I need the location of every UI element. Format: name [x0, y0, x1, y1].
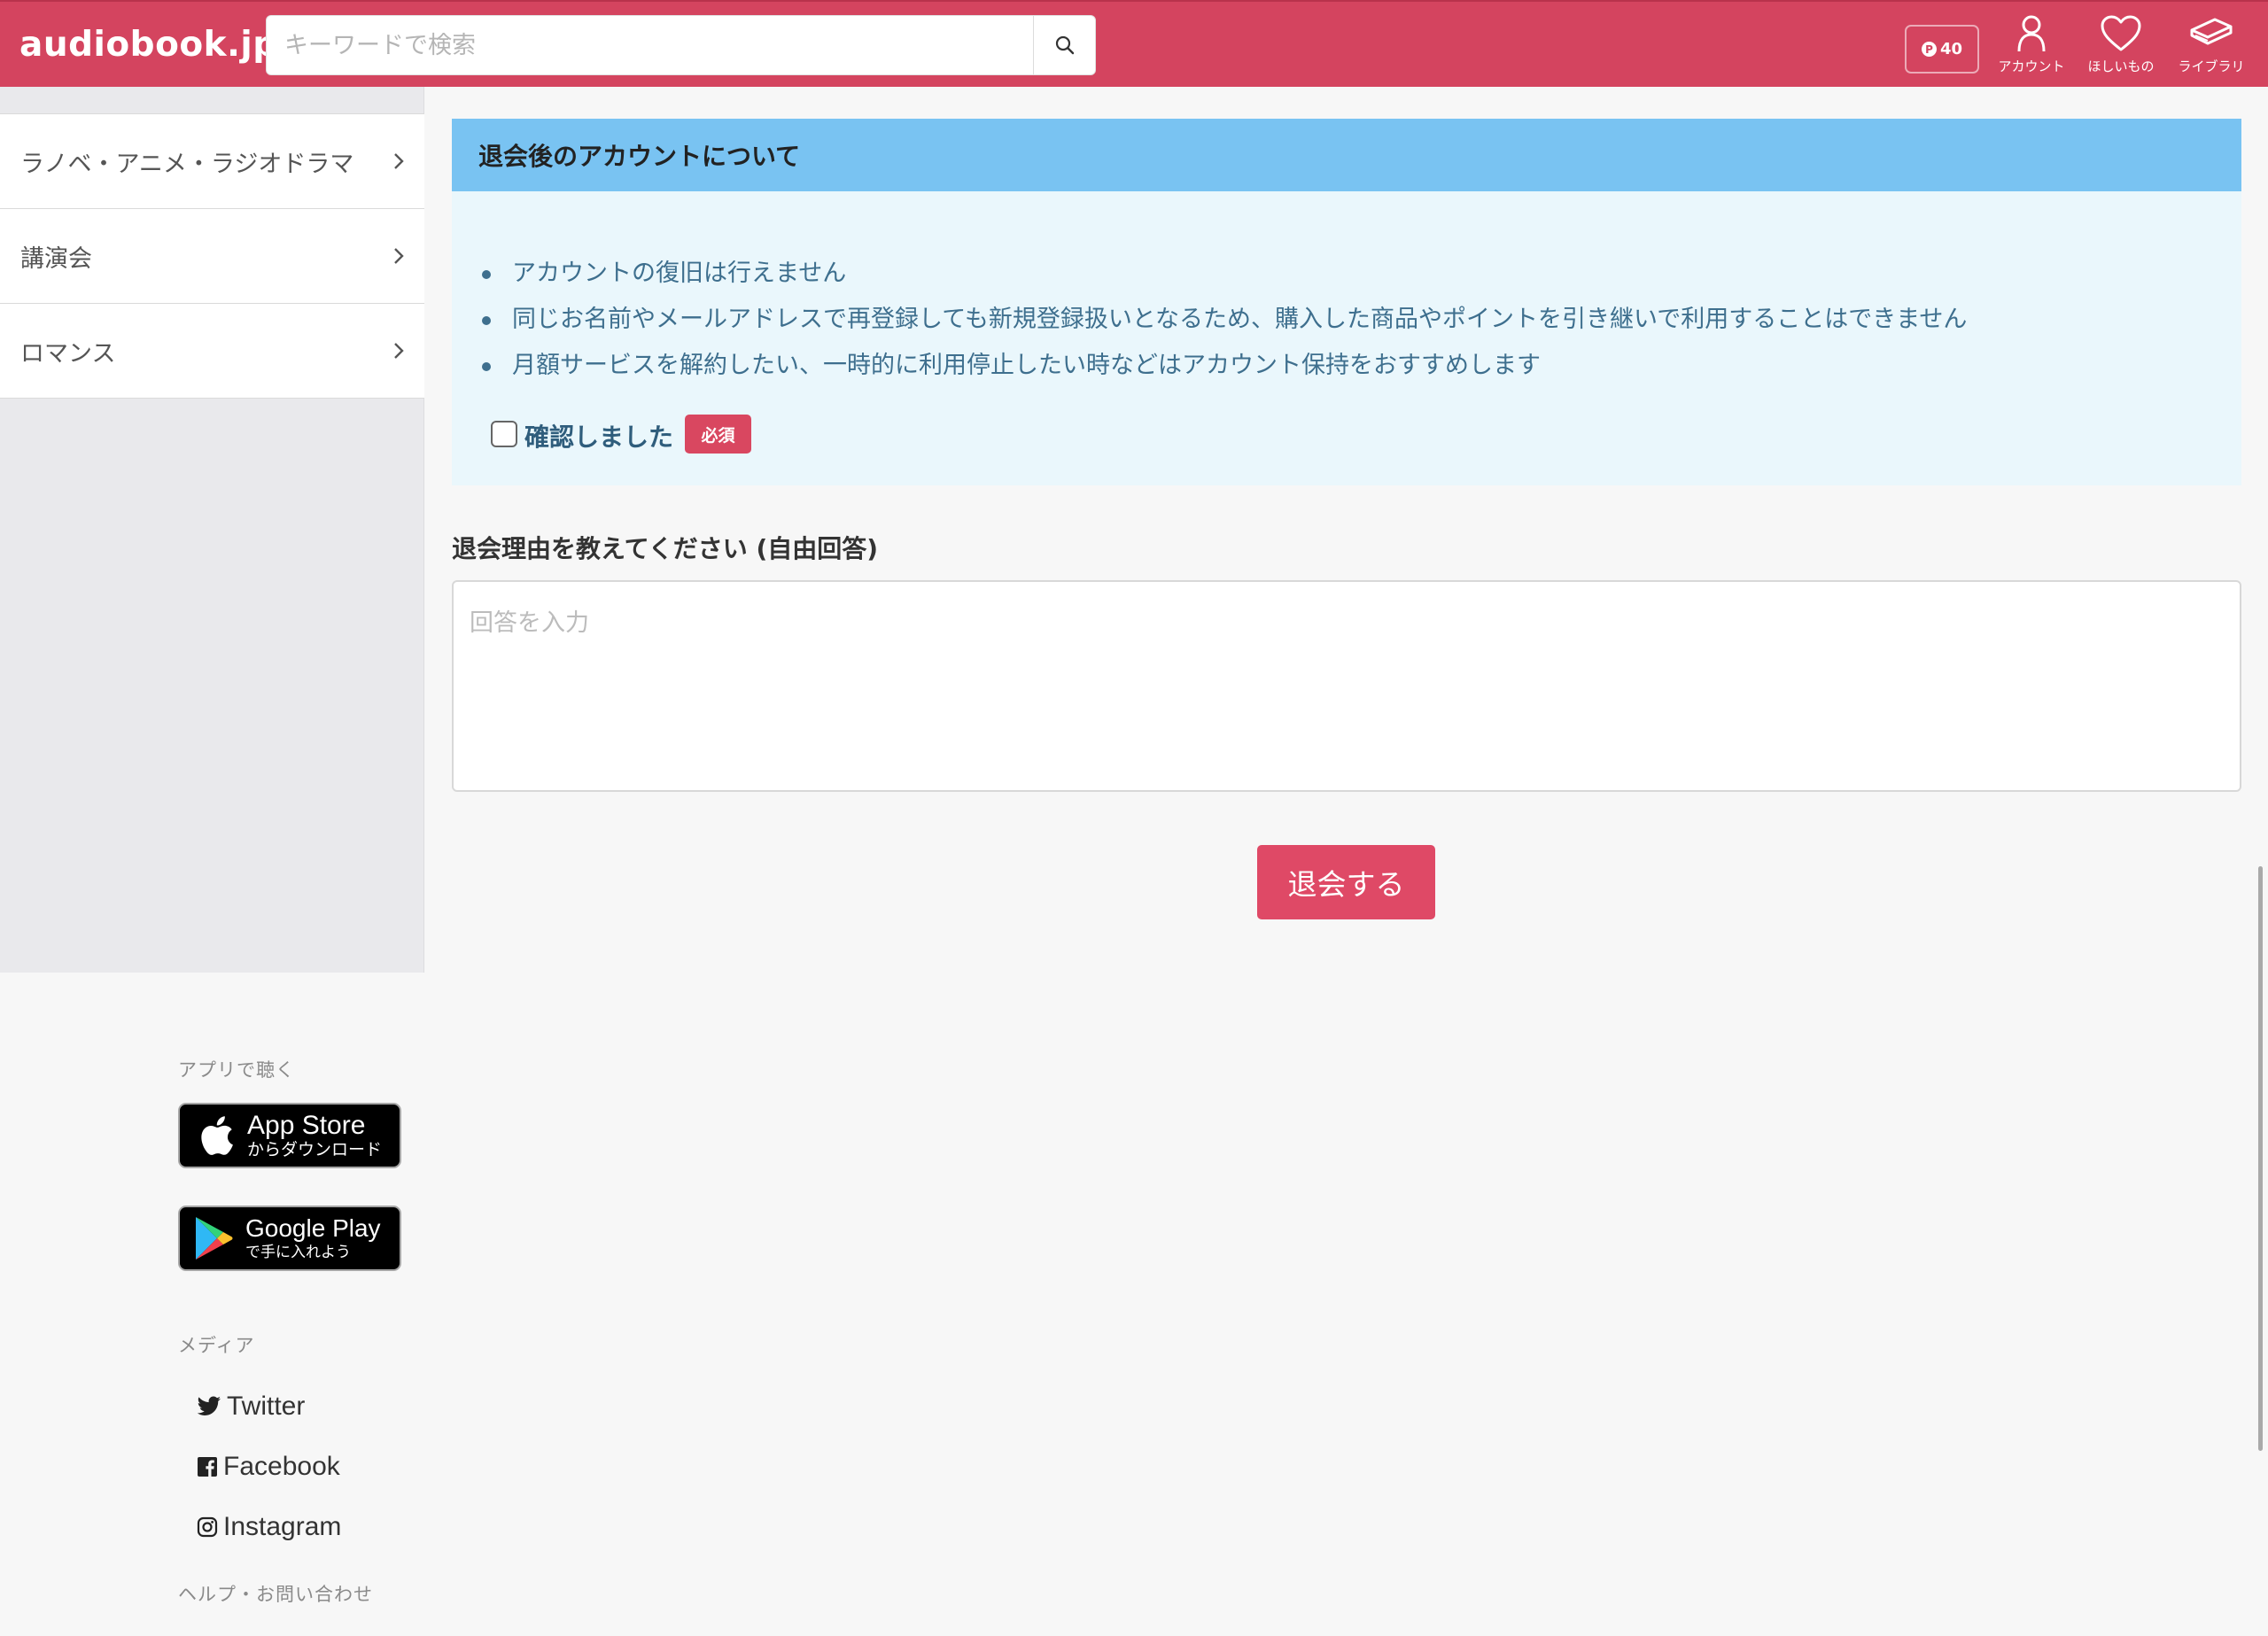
sidebar-item-label: ラノベ・アニメ・ラジオドラマ — [20, 150, 354, 178]
help-heading[interactable]: ヘルプ・お問い合わせ — [178, 1580, 373, 1607]
user-icon — [2017, 15, 2046, 52]
app-heading: アプリで聴く — [178, 1059, 295, 1081]
app-store-sub: からダウンロード — [247, 1140, 383, 1159]
nav-wishlist-label: ほしいもの — [2087, 58, 2155, 74]
notice-header: 退会後のアカウントについて — [452, 119, 2241, 191]
points-icon: P — [1921, 42, 1937, 57]
notice-item: アカウントの復旧は行えません — [481, 251, 1967, 297]
scrollbar-thumb[interactable] — [2258, 866, 2263, 1451]
chevron-right-icon — [394, 248, 404, 264]
notice-item: 月額サービスを解約したい、一時的に利用停止したい時などはアカウント保持をおすすめ… — [481, 343, 1967, 389]
required-badge: 必須 — [685, 415, 752, 454]
facebook-link[interactable]: Facebook — [197, 1452, 340, 1482]
instagram-label: Instagram — [223, 1512, 342, 1541]
sidebar-item-lecture[interactable]: 講演会 — [0, 209, 424, 304]
sidebar-item-label: ロマンス — [20, 339, 116, 368]
twitter-icon — [197, 1396, 221, 1415]
google-play-main: Google Play — [245, 1214, 381, 1242]
points-badge[interactable]: P 40 — [1905, 25, 1979, 74]
instagram-icon — [197, 1516, 218, 1538]
confirm-checkbox[interactable] — [491, 421, 517, 447]
search-button[interactable] — [1033, 16, 1095, 74]
search-icon — [1055, 35, 1074, 55]
nav-account[interactable]: アカウント — [1987, 14, 2076, 80]
nav-library-label: ライブラリ — [2178, 58, 2245, 74]
search-input[interactable] — [267, 16, 1034, 74]
chevron-right-icon — [394, 153, 404, 169]
points-value: 40 — [1939, 40, 1963, 58]
app-store-main: App Store — [247, 1111, 366, 1140]
sidebar-item-romance[interactable]: ロマンス — [0, 304, 424, 399]
twitter-link[interactable]: Twitter — [197, 1392, 305, 1422]
facebook-label: Facebook — [223, 1452, 340, 1481]
reason-textarea[interactable] — [452, 580, 2241, 792]
confirm-row: 確認しました 必須 — [491, 415, 752, 454]
search-box — [266, 15, 1096, 75]
google-play-icon — [196, 1217, 233, 1260]
account-withdraw-notice: 退会後のアカウントについて アカウントの復旧は行えません 同じお名前やメールアド… — [452, 119, 2241, 485]
notice-item: 同じお名前やメールアドレスで再登録しても新規登録扱いとなるため、購入した商品やポ… — [481, 297, 1967, 343]
book-icon — [2190, 18, 2233, 45]
top-header: audiobook.jp P 40 アカウント ほしいもの — [0, 0, 2268, 87]
google-play-sub: で手に入れよう — [245, 1244, 351, 1261]
nav-account-label: アカウント — [1998, 58, 2065, 74]
google-play-badge[interactable]: Google Play で手に入れよう — [178, 1206, 401, 1271]
apple-icon — [201, 1116, 233, 1155]
withdraw-button[interactable]: 退会する — [1257, 845, 1435, 919]
instagram-link[interactable]: Instagram — [197, 1512, 341, 1542]
nav-library[interactable]: ライブラリ — [2167, 14, 2256, 80]
sidebar-category-list: ラノベ・アニメ・ラジオドラマ 講演会 ロマンス — [0, 113, 424, 399]
sidebar: ラノベ・アニメ・ラジオドラマ 講演会 ロマンス — [0, 87, 424, 973]
reason-label: 退会理由を教えてください (自由回答) — [452, 534, 879, 563]
nav-wishlist[interactable]: ほしいもの — [2077, 14, 2165, 80]
sidebar-item-label: 講演会 — [20, 244, 92, 273]
site-logo[interactable]: audiobook.jp — [19, 25, 278, 65]
confirm-label[interactable]: 確認しました — [524, 418, 673, 454]
app-store-badge[interactable]: App Store からダウンロード — [178, 1103, 401, 1168]
facebook-icon — [198, 1457, 217, 1477]
twitter-label: Twitter — [227, 1392, 306, 1421]
heart-icon — [2101, 15, 2141, 51]
media-heading: メディア — [178, 1335, 255, 1356]
notice-title: 退会後のアカウントについて — [478, 142, 801, 171]
sidebar-item-light-novel[interactable]: ラノベ・アニメ・ラジオドラマ — [0, 114, 424, 209]
chevron-right-icon — [394, 343, 404, 359]
notice-list: アカウントの復旧は行えません 同じお名前やメールアドレスで再登録しても新規登録扱… — [481, 251, 1967, 389]
